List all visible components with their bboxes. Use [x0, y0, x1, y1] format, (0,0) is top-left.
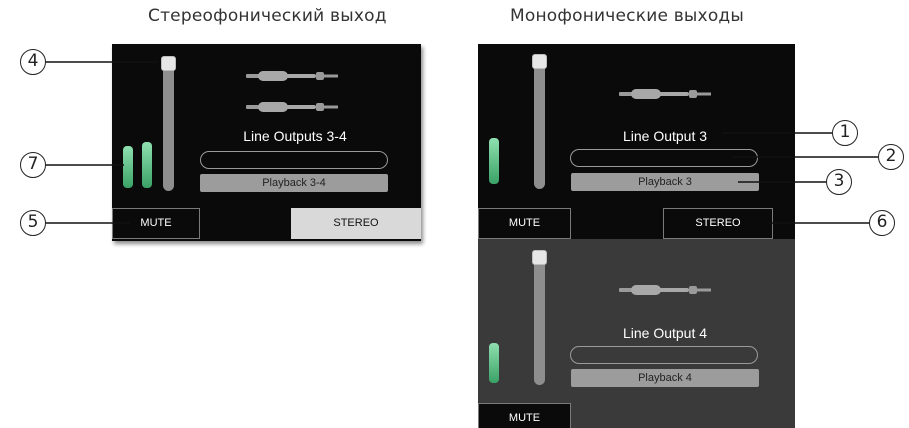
callout-2: 2: [878, 144, 904, 170]
callout-leader-lines: [45, 61, 878, 224]
callout-4: 4: [20, 49, 46, 75]
callout-7: 7: [20, 152, 46, 178]
callout-3: 3: [826, 169, 852, 195]
callout-1: 1: [832, 120, 858, 146]
callout-6: 6: [869, 210, 895, 236]
callout-5: 5: [20, 210, 46, 236]
